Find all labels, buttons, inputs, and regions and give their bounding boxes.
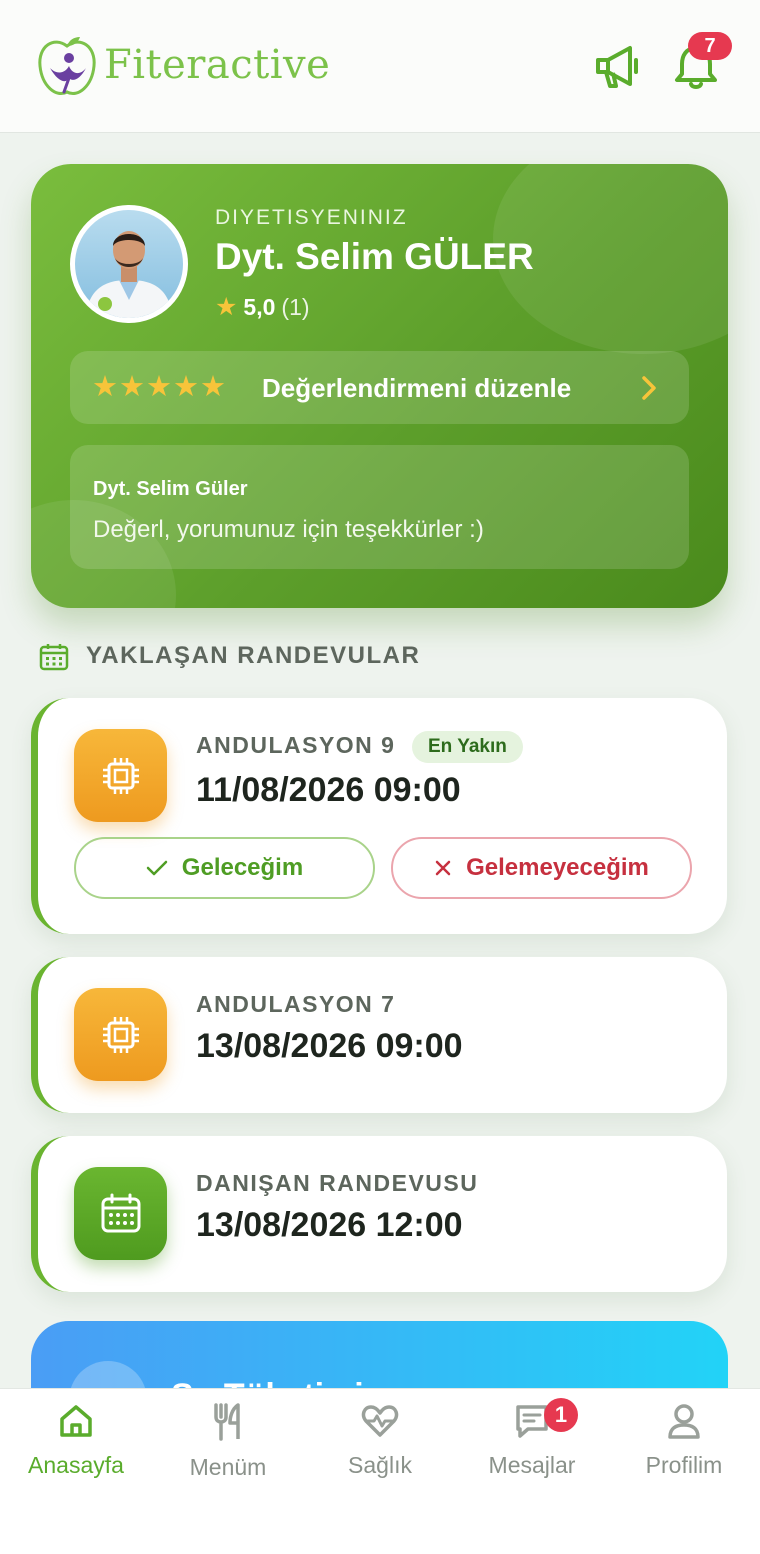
appointment-name: ANDULASYON 7 [196,991,396,1017]
nav-label: Menüm [189,1454,267,1480]
star-icon: ★ [215,293,238,321]
nav-home[interactable]: Anasayfa [0,1389,152,1499]
dietitian-comment: Dyt. Selim Güler Değerl, yorumunuz için … [70,445,689,569]
decline-label: Gelemeyeceğim [466,854,649,881]
dietitian-rating: ★ 5,0 (1) [215,292,310,322]
megaphone-icon[interactable] [592,40,644,92]
comment-text: Değerl, yorumunuz için teşekkürler :) [93,516,484,543]
rating-value: 5,0 [243,294,276,320]
nav-label: Mesajlar [488,1452,576,1478]
edit-review-button[interactable]: ★★★★★ Değerlendirmeni düzenle [70,351,689,424]
fork-knife-icon [214,1403,240,1441]
chevron-right-icon [642,376,656,400]
appointment-name: ANDULASYON 9 [196,732,396,758]
appointment-date: 13/08/2026 12:00 [196,1206,463,1244]
chip-icon [74,988,167,1081]
rating-count: (1) [281,294,310,320]
appointment-card[interactable]: DANIŞAN RANDEVUSU 13/08/2026 12:00 [31,1136,727,1292]
appointment-date: 13/08/2026 09:00 [196,1027,463,1065]
review-stars-icon: ★★★★★ [92,371,227,403]
comment-author: Dyt. Selim Güler [93,478,248,500]
section-title: YAKLAŞAN RANDEVULAR [86,642,421,669]
messages-badge: 1 [544,1398,578,1432]
notification-badge: 7 [688,32,732,60]
dietitian-name: Dyt. Selim GÜLER [215,236,534,277]
app-logo [38,37,96,95]
nav-label: Profilim [645,1452,723,1478]
appointment-date: 11/08/2026 09:00 [196,771,461,809]
user-icon [668,1404,700,1439]
calendar-icon [39,644,69,671]
attend-label: Geleceğim [181,854,304,881]
dietitian-label: DIYETISYENINIZ [215,206,408,229]
edit-review-label: Değerlendirmeni düzenle [262,373,572,403]
app-header: Fiteractive 7 [0,0,760,133]
appointment-card[interactable]: ANDULASYON 9 En Yakın 11/08/2026 09:00 G… [31,698,727,934]
dietitian-avatar[interactable] [70,205,188,323]
nav-profile[interactable]: Profilim [608,1389,760,1499]
dietitian-card: DIYETISYENINIZ Dyt. Selim GÜLER ★ 5,0 (1) … [31,164,728,608]
nearest-badge: En Yakın [412,731,523,763]
decline-button[interactable]: Gelemeyeceğim [391,837,692,899]
appointment-card[interactable]: ANDULASYON 7 13/08/2026 09:00 [31,957,727,1113]
close-icon [435,860,451,876]
check-icon [146,860,168,876]
nav-health[interactable]: Sağlık [304,1389,456,1499]
appointment-name: DANIŞAN RANDEVUSU [196,1170,479,1196]
brand-name: Fiteractive [104,42,331,88]
nav-label: Sağlık [348,1452,412,1478]
home-icon [60,1405,92,1437]
attend-button[interactable]: Geleceğim [74,837,375,899]
heart-pulse-icon [361,1405,399,1437]
nav-label: Anasayfa [28,1452,124,1478]
nav-menu[interactable]: Menüm [152,1389,304,1499]
calendar-icon [74,1167,167,1260]
chip-icon [74,729,167,822]
nav-messages[interactable]: Mesajlar [456,1389,608,1499]
bottom-navigation: Anasayfa Menüm Sağlık Mesajlar Profilim [0,1388,760,1554]
